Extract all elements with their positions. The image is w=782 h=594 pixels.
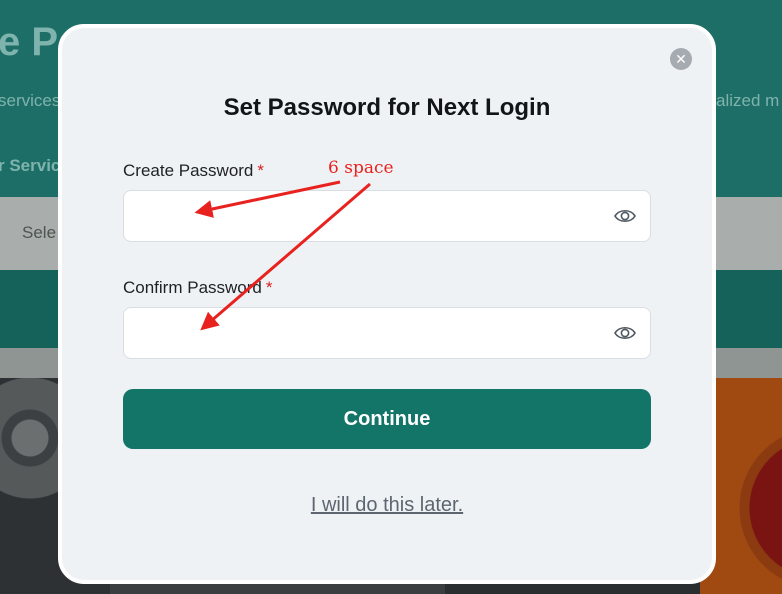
annotation-arrows xyxy=(194,180,371,331)
annotation-arrow-create xyxy=(194,180,341,218)
